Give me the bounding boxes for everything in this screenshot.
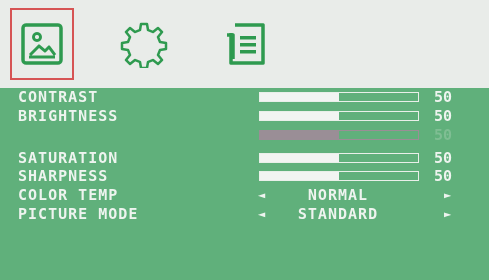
sharpness-value: 50 xyxy=(434,167,453,185)
contrast-row[interactable]: CONTRAST 50 xyxy=(0,89,489,106)
brightness-row[interactable]: BRIGHTNESS 50 xyxy=(0,108,489,125)
disabled-slider xyxy=(259,130,419,140)
brightness-slider-fill xyxy=(260,112,339,120)
saturation-row[interactable]: SATURATION 50 xyxy=(0,150,489,167)
picture-mode-left-arrow-icon[interactable]: ◄ xyxy=(258,206,265,223)
brightness-label: BRIGHTNESS xyxy=(18,107,119,125)
contrast-value: 50 xyxy=(434,88,453,106)
disabled-slider-fill xyxy=(260,131,339,139)
color-temp-right-arrow-icon[interactable]: ► xyxy=(444,187,451,204)
contrast-label: CONTRAST xyxy=(18,88,99,106)
sharpness-slider-fill xyxy=(260,172,339,180)
picture-mode-label: PICTURE MODE xyxy=(18,205,139,223)
picture-mode-value: STANDARD xyxy=(297,205,379,223)
tab-settings[interactable] xyxy=(112,8,176,80)
picture-mode-right-arrow-icon[interactable]: ► xyxy=(444,206,451,223)
saturation-slider-fill xyxy=(260,154,339,162)
disabled-row: 50 xyxy=(0,127,489,144)
saturation-slider[interactable] xyxy=(259,153,419,163)
tab-info[interactable] xyxy=(214,8,278,80)
sharpness-slider[interactable] xyxy=(259,171,419,181)
brightness-slider[interactable] xyxy=(259,111,419,121)
color-temp-row[interactable]: COLOR TEMP ◄ NORMAL ► xyxy=(0,187,489,204)
sharpness-row[interactable]: SHARPNESS 50 xyxy=(0,168,489,185)
color-temp-value: NORMAL xyxy=(307,186,369,204)
color-temp-label: COLOR TEMP xyxy=(18,186,119,204)
tab-picture[interactable] xyxy=(10,8,74,80)
menu-tab-bar xyxy=(0,0,489,88)
picture-icon xyxy=(21,23,63,65)
gear-icon xyxy=(120,22,168,68)
disabled-value: 50 xyxy=(434,126,453,144)
document-icon xyxy=(227,23,265,65)
brightness-value: 50 xyxy=(434,107,453,125)
sharpness-label: SHARPNESS xyxy=(18,167,109,185)
osd-settings-panel: CONTRAST 50 BRIGHTNESS 50 50 SATURATION … xyxy=(0,88,489,280)
contrast-slider-fill xyxy=(260,93,339,101)
color-temp-left-arrow-icon[interactable]: ◄ xyxy=(258,187,265,204)
saturation-value: 50 xyxy=(434,149,453,167)
contrast-slider[interactable] xyxy=(259,92,419,102)
picture-mode-row[interactable]: PICTURE MODE ◄ STANDARD ► xyxy=(0,206,489,223)
saturation-label: SATURATION xyxy=(18,149,119,167)
